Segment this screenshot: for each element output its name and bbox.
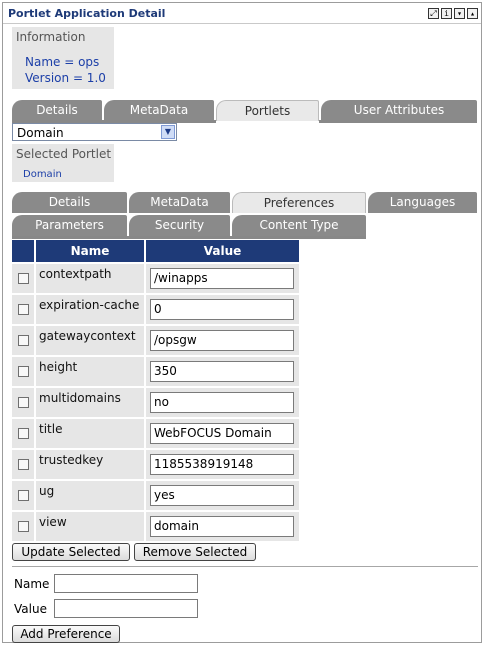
tab-portlet-preferences[interactable]: Preferences: [232, 192, 366, 213]
pref-name: trustedkey: [39, 453, 104, 467]
pref-value-input[interactable]: /winapps: [150, 268, 294, 289]
selected-portlet-heading: Selected Portlet: [16, 147, 112, 161]
row-checkbox[interactable]: [18, 490, 29, 501]
row-checkbox[interactable]: [18, 335, 29, 346]
row-checkbox[interactable]: [18, 397, 29, 408]
app-version: Version = 1.0: [25, 71, 106, 85]
restore-icon[interactable]: ⤢: [428, 8, 439, 19]
pref-value-input[interactable]: WebFOCUS Domain: [150, 423, 294, 444]
name-column-header: Name: [36, 240, 144, 262]
portlet-frame: Portlet Application Detail ⤢ i ▾ ▴ Infor…: [2, 2, 482, 643]
add-preference-button[interactable]: Add Preference: [12, 625, 120, 643]
value-column-header: Value: [146, 240, 299, 262]
pref-value-input[interactable]: yes: [150, 485, 294, 506]
app-name: Name = ops: [25, 55, 100, 69]
pref-name: height: [39, 360, 78, 374]
pref-value-input[interactable]: /opsgw: [150, 330, 294, 351]
pref-value-input[interactable]: 0: [150, 299, 294, 320]
tab-app-metadata[interactable]: MetaData: [104, 100, 214, 121]
row-checkbox[interactable]: [18, 366, 29, 377]
minimize-icon[interactable]: ▾: [454, 8, 465, 19]
pref-value-input[interactable]: no: [150, 392, 294, 413]
info-icon[interactable]: i: [441, 8, 452, 19]
title-bar: Portlet Application Detail ⤢ i ▾ ▴: [3, 3, 481, 24]
chevron-down-icon[interactable]: ▼: [161, 125, 175, 139]
selected-portlet-name: Domain: [23, 169, 62, 180]
maximize-icon[interactable]: ▴: [467, 8, 478, 19]
pref-name: gatewaycontext: [39, 329, 136, 343]
pref-value-input[interactable]: 1185538919148: [150, 454, 294, 475]
tab-app-details[interactable]: Details: [12, 100, 102, 121]
pref-name: expiration-cache: [39, 298, 140, 312]
pref-name: contextpath: [39, 267, 112, 281]
portlet-select[interactable]: Domain ▼: [12, 123, 177, 141]
select-column-header: [12, 240, 34, 262]
new-value-label: Value: [14, 602, 47, 616]
tab-portlet-metadata[interactable]: MetaData: [129, 192, 230, 213]
row-checkbox[interactable]: [18, 521, 29, 532]
row-checkbox[interactable]: [18, 459, 29, 470]
pref-value-input[interactable]: 350: [150, 361, 294, 382]
pref-name: ug: [39, 484, 55, 498]
information-heading: Information: [16, 30, 86, 44]
pref-name: view: [39, 515, 67, 529]
tab-portlet-parameters[interactable]: Parameters: [12, 215, 127, 236]
new-value-input[interactable]: [54, 599, 198, 618]
portlet-select-value: Domain: [17, 126, 64, 140]
window-title: Portlet Application Detail: [8, 7, 166, 20]
information-panel: Information Name = ops Version = 1.0: [12, 27, 114, 89]
new-name-label: Name: [14, 577, 50, 591]
selected-portlet-panel: Selected Portlet Domain: [12, 144, 114, 182]
pref-name: multidomains: [39, 391, 121, 405]
row-checkbox[interactable]: [18, 304, 29, 315]
remove-selected-button[interactable]: Remove Selected: [134, 543, 256, 561]
tab-portlet-details[interactable]: Details: [12, 192, 127, 213]
tab-portlet-content-type[interactable]: Content Type: [232, 215, 366, 236]
pref-value-input[interactable]: domain: [150, 516, 294, 537]
tab-portlet-languages[interactable]: Languages: [368, 192, 477, 213]
tab-app-portlets[interactable]: Portlets: [216, 100, 319, 121]
tab-app-user-attributes[interactable]: User Attributes: [321, 100, 477, 121]
tab-underline: [12, 236, 366, 239]
row-checkbox[interactable]: [18, 428, 29, 439]
row-checkbox[interactable]: [18, 273, 29, 284]
tab-portlet-security[interactable]: Security: [129, 215, 230, 236]
update-selected-button[interactable]: Update Selected: [12, 543, 130, 561]
new-name-input[interactable]: [54, 574, 198, 593]
tab-underline: [319, 120, 477, 123]
pref-name: title: [39, 422, 63, 436]
divider: [12, 566, 478, 567]
